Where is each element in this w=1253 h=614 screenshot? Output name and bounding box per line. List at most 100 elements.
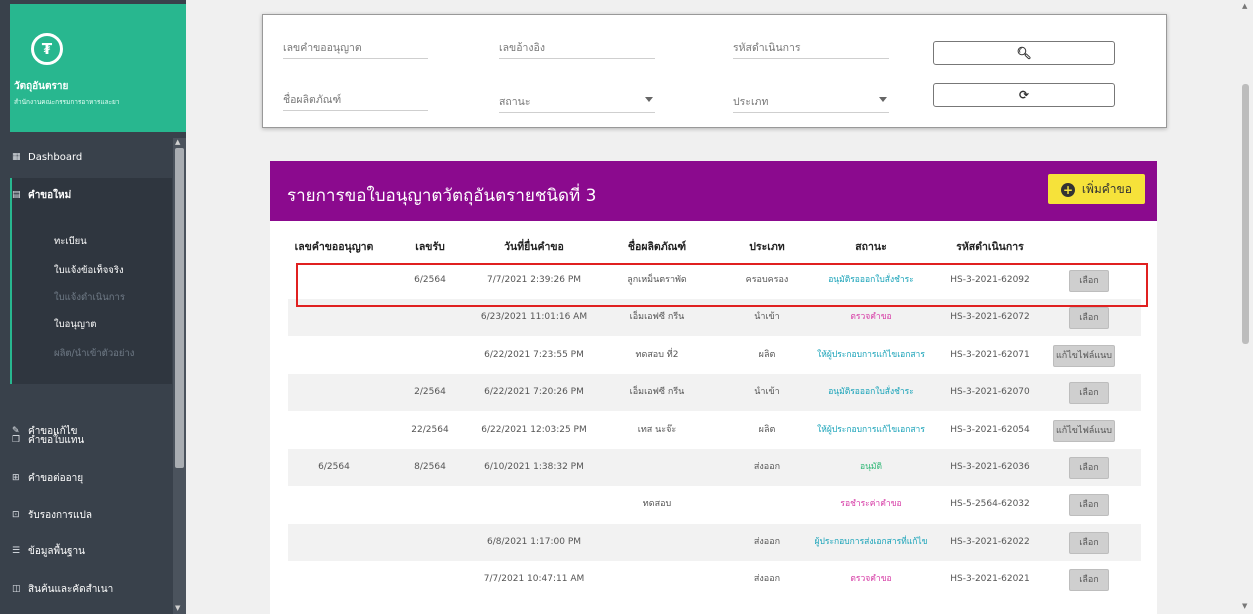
scroll-up-icon[interactable]: ▲: [1242, 2, 1247, 10]
cell-type: นำเข้า: [754, 387, 780, 398]
cell-product: ทดสอบ ที่2: [635, 349, 679, 360]
cell-status: ให้ผู้ประกอบการแก้ไขเอกสาร: [817, 349, 925, 360]
sidebar-scroll-thumb[interactable]: [175, 148, 184, 468]
search-button[interactable]: 🔍︎: [933, 41, 1115, 65]
sidebar-subitem-sample-import: ผลิต/นำเข้าตัวอย่าง: [54, 348, 135, 359]
cell-status: อนุมัติ: [859, 462, 883, 472]
cell-license: 6/2564: [318, 462, 350, 472]
search-icon: 🔍︎: [1016, 46, 1032, 60]
filter-panel: เลขคำขออนุญาต เลขอ้างอิง รหัสดำเนินการ 🔍…: [262, 14, 1167, 128]
column-header: รหัสดำเนินการ: [956, 241, 1024, 253]
selected-row-highlight: [296, 263, 1148, 307]
page-scrollbar[interactable]: ▲ ▼: [1238, 0, 1253, 614]
table-row[interactable]: 6/8/2021 1:17:00 PM ส่งออก ผู้ประกอบการส่ง…: [288, 523, 1141, 561]
status-select[interactable]: สถานะ: [499, 89, 655, 113]
dashboard-icon: ▦: [12, 152, 21, 162]
column-header: ชื่อผลิตภัณฑ์: [627, 241, 687, 253]
scroll-down-icon[interactable]: ▼: [1242, 602, 1247, 610]
cell-date: 7/7/2021 10:47:11 AM: [483, 574, 585, 585]
cell-code: HS-3-2021-62054: [950, 424, 1030, 435]
cell-recv: 22/2564: [411, 424, 449, 435]
sidebar-item-label: คำขอต่ออายุ: [28, 472, 84, 484]
cell-date: 6/10/2021 1:38:32 PM: [484, 462, 584, 472]
select-button[interactable]: เลือก: [1069, 494, 1109, 517]
cell-product: ทดสอบ: [642, 499, 672, 510]
table-row[interactable]: 2/2564 6/22/2021 7:20:26 PM เอ็มเอฟซี กรีน…: [288, 374, 1141, 412]
product-name-input[interactable]: ชื่อผลิตภัณฑ์: [283, 87, 428, 111]
select-button[interactable]: เลือก: [1069, 569, 1109, 592]
logo-icon: ₮: [31, 33, 63, 65]
sidebar-item-translation[interactable]: ⊡ รับรองการแปล: [12, 500, 172, 530]
sidebar-item-renewal[interactable]: ⊞ คำขอต่ออายุ: [12, 463, 172, 493]
table-row[interactable]: 22/2564 6/22/2021 12:03:25 PM เทส นะจ๊ะ ผลิ…: [288, 412, 1141, 449]
sidebar: ₮ วัตถุอันตราย สำนักงานคณะกรรมการอาหารแล…: [0, 0, 186, 614]
cell-date: 6/22/2021 7:23:55 PM: [484, 349, 584, 360]
cell-status: รอชำระค่าคำขอ: [840, 499, 902, 510]
sidebar-item-label: รับรองการแปล: [28, 509, 92, 521]
cell-type: ส่งออก: [753, 462, 781, 472]
product-icon: ◫: [12, 584, 21, 594]
type-select-value: ประเภท: [733, 96, 769, 108]
column-header: เลขคำขออนุญาต: [294, 241, 374, 253]
translate-icon: ⊡: [12, 510, 20, 520]
sidebar-item-new-request[interactable]: ▤ คำขอใหม่: [12, 180, 172, 210]
page-scroll-thumb[interactable]: [1242, 84, 1249, 344]
chevron-down-icon: [645, 97, 653, 102]
sidebar-item-replacement[interactable]: ❐ คำขอใบแทน: [12, 425, 172, 455]
sidebar-scrollbar[interactable]: ▲ ▼: [173, 138, 186, 614]
cell-code: HS-3-2021-62021: [950, 574, 1030, 585]
scroll-up-icon[interactable]: ▲: [175, 138, 180, 146]
edit-attachment-button[interactable]: แก้ไขไฟล์แนบ: [1053, 419, 1115, 442]
cell-code: HS-5-2564-62032: [950, 499, 1030, 510]
copy-icon: ❐: [12, 435, 21, 445]
brand-title: วัตถุอันตราย: [14, 81, 69, 92]
cell-code: HS-3-2021-62022: [950, 536, 1030, 547]
sidebar-subitem-license[interactable]: ใบอนุญาต: [54, 317, 96, 332]
cell-recv: 8/2564: [414, 462, 446, 472]
cell-type: ผลิต: [758, 424, 776, 435]
table-row[interactable]: 6/22/2021 7:23:55 PM ทดสอบ ที่2 ผลิต ให้ผู้…: [288, 337, 1141, 374]
sidebar-item-label: คำขอใหม่: [28, 189, 72, 201]
cell-date: 6/22/2021 7:20:26 PM: [484, 387, 584, 398]
table-row[interactable]: 7/7/2021 10:47:11 AM ส่งออก ตรวจคำขอ HS-3-2…: [288, 561, 1141, 598]
cell-type: ส่งออก: [753, 574, 781, 585]
reference-number-input[interactable]: เลขอ้างอิง: [499, 35, 655, 59]
license-request-card: รายการขอใบอนุญาตวัตถุอันตรายชนิดที่ 3 + …: [270, 161, 1157, 614]
cell-status: ให้ผู้ประกอบการแก้ไขเอกสาร: [817, 424, 925, 435]
select-button[interactable]: เลือก: [1069, 307, 1109, 330]
app-window: ₮ วัตถุอันตราย สำนักงานคณะกรรมการอาหารแล…: [0, 0, 1253, 614]
sidebar-item-products[interactable]: ◫ สินค้นและคัดสำเนา: [12, 574, 172, 604]
add-request-label: เพิ่มคำขอ: [1081, 182, 1132, 196]
cell-code: HS-3-2021-62071: [950, 349, 1030, 360]
license-number-input[interactable]: เลขคำขออนุญาต: [283, 35, 428, 59]
cell-date: 6/8/2021 1:17:00 PM: [486, 536, 582, 547]
sidebar-item-master-data[interactable]: ☰ ข้อมูลพื้นฐาน: [12, 536, 172, 566]
select-button[interactable]: เลือก: [1069, 531, 1109, 554]
sidebar-subitem-registration[interactable]: ทะเบียน: [54, 234, 87, 249]
cell-date: 6/22/2021 12:03:25 PM: [481, 424, 587, 435]
sidebar-item-label: คำขอใบแทน: [28, 434, 85, 446]
sidebar-item-label: สินค้นและคัดสำเนา: [28, 583, 114, 595]
table-row[interactable]: 6/2564 8/2564 6/10/2021 1:38:32 PM ส่งออก อน…: [288, 449, 1141, 486]
status-select-value: สถานะ: [499, 96, 531, 108]
column-header: สถานะ: [855, 241, 887, 253]
sidebar-subitem-fact-notice[interactable]: ใบแจ้งข้อเท็จจริง: [54, 263, 124, 278]
sidebar-item-label: Dashboard: [28, 151, 83, 163]
reset-button[interactable]: ⟳: [933, 83, 1115, 107]
select-button[interactable]: เลือก: [1069, 457, 1109, 479]
type-select[interactable]: ประเภท: [733, 89, 889, 113]
renew-icon: ⊞: [12, 473, 20, 483]
edit-attachment-button[interactable]: แก้ไขไฟล์แนบ: [1053, 344, 1115, 367]
cell-type: ส่งออก: [753, 536, 781, 547]
cell-code: HS-3-2021-62070: [950, 387, 1030, 398]
brand-header[interactable]: ₮ วัตถุอันตราย สำนักงานคณะกรรมการอาหารแล…: [10, 4, 186, 132]
add-request-button[interactable]: + เพิ่มคำขอ: [1048, 174, 1145, 204]
scroll-down-icon[interactable]: ▼: [175, 604, 180, 612]
table-row[interactable]: ทดสอบ รอชำระค่าคำขอ HS-5-2564-62032 เลือก: [288, 486, 1141, 523]
process-code-input[interactable]: รหัสดำเนินการ: [733, 35, 889, 59]
cell-product: เทส นะจ๊ะ: [637, 424, 677, 435]
select-button[interactable]: เลือก: [1069, 382, 1109, 405]
cell-recv: 2/2564: [414, 387, 446, 398]
page-title: รายการขอใบอนุญาตวัตถุอันตรายชนิดที่ 3: [287, 186, 597, 206]
sidebar-item-dashboard[interactable]: ▦ Dashboard: [12, 142, 172, 172]
